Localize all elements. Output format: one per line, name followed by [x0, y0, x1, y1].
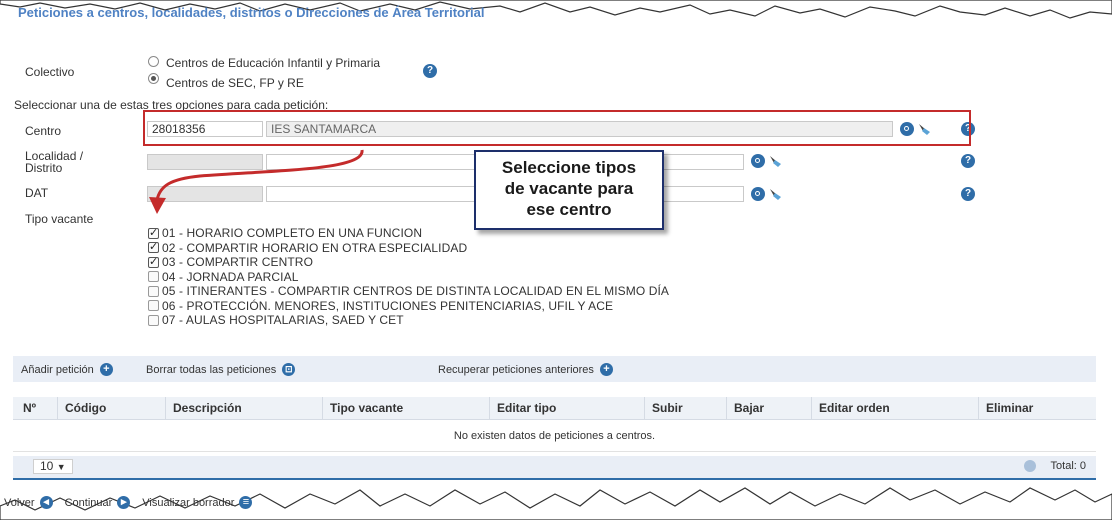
tipo-vacante-checkbox[interactable] [148, 300, 159, 311]
table-column-separator [644, 397, 645, 419]
table-header-col-codigo: Código [65, 401, 107, 415]
tipo-vacante-option[interactable]: 07 - AULAS HOSPITALARIAS, SAED Y CET [148, 313, 404, 327]
tipo-vacante-option-label: 06 - PROTECCIÓN. MENORES, INSTITUCIONES … [162, 298, 614, 313]
table-header-col-subir: Subir [652, 401, 683, 415]
colectivo-label: Colectivo [25, 65, 75, 79]
table-header-col-bajar: Bajar [734, 401, 765, 415]
recover-requests-button[interactable]: Recuperar peticiones anteriores + [438, 363, 613, 376]
radio-sec-fp-re-label: Centros de SEC, FP y RE [166, 76, 304, 90]
tipo-vacante-option[interactable]: 01 - HORARIO COMPLETO EN UNA FUNCION [148, 226, 422, 240]
callout-arrow [149, 149, 364, 214]
localidad-search-icon[interactable] [751, 154, 765, 168]
tipo-vacante-option[interactable]: 03 - COMPARTIR CENTRO [148, 255, 313, 269]
tipo-vacante-option-label: 03 - COMPARTIR CENTRO [162, 255, 314, 269]
dat-help-icon[interactable]: ? [961, 187, 975, 201]
radio-sec-fp-re[interactable] [148, 73, 159, 84]
trash-icon: ⊡ [282, 363, 296, 376]
localidad-help-icon[interactable]: ? [961, 154, 975, 168]
table-column-separator [489, 397, 490, 419]
tipo-vacante-checkbox[interactable] [148, 226, 159, 239]
tipo-vacante-option[interactable]: 04 - JORNADA PARCIAL [148, 270, 298, 284]
add-request-button[interactable]: Añadir petición + [21, 363, 113, 376]
tipo-vacante-option-label: 05 - ITINERANTES - COMPARTIR CENTROS DE … [162, 284, 670, 298]
download-icon[interactable] [1024, 460, 1036, 472]
centro-label: Centro [25, 124, 62, 138]
section-title: Peticiones a centros, localidades, distr… [18, 5, 485, 20]
dat-label: DAT [25, 186, 49, 200]
table-column-separator [811, 397, 812, 419]
view-draft-button[interactable]: Visualizar borrador ≡ [142, 496, 253, 509]
dat-search-icon[interactable] [751, 187, 765, 201]
table-header-col-num: Nº [23, 401, 37, 415]
arrow-left-icon: ◂ [39, 496, 53, 509]
radio-infantil-primaria-label: Centros de Educación Infantil y Primaria [166, 56, 381, 70]
table-header-col-editar-orden: Editar orden [819, 401, 890, 415]
tipo-vacante-label: Tipo vacante [25, 212, 94, 226]
tipo-vacante-checkbox[interactable] [148, 255, 159, 268]
table-column-separator [726, 397, 727, 419]
localidad-clear-brush-icon[interactable] [768, 154, 782, 168]
page-size-select[interactable]: 10 ▼ [33, 459, 73, 474]
callout-box: Seleccione tipos de vacante para ese cen… [474, 150, 664, 230]
table-column-separator [978, 397, 979, 419]
table-header-col-tipo-vacante: Tipo vacante [330, 401, 404, 415]
table-header-col-descripcion: Descripción [173, 401, 242, 415]
table-column-separator [322, 397, 323, 419]
plus-icon: + [599, 363, 613, 376]
footer-nav: Volver ◂ Continuar ▸ Visualizar borrador ≡ [4, 496, 264, 509]
tipo-vacante-option-label: 02 - COMPARTIR HORARIO EN OTRA ESPECIALI… [162, 240, 468, 255]
actions-bar: Añadir petición + Borrar todas las petici… [13, 356, 1096, 382]
callout-line-2: de vacante para [504, 179, 634, 198]
tipo-vacante-option-label: 04 - JORNADA PARCIAL [162, 269, 299, 284]
table-header-col-eliminar: Eliminar [986, 401, 1034, 415]
tipo-vacante-option-label: 07 - AULAS HOSPITALARIAS, SAED Y CET [162, 313, 404, 327]
tipo-vacante-checkbox[interactable] [148, 240, 159, 253]
table-column-separator [57, 397, 58, 419]
radio-infantil-primaria[interactable] [148, 56, 159, 67]
arrow-right-icon: ▸ [117, 496, 131, 509]
tipo-vacante-option[interactable]: 05 - ITINERANTES - COMPARTIR CENTROS DE … [148, 284, 669, 298]
document-icon: ≡ [239, 496, 253, 509]
table-header-col-editar-tipo: Editar tipo [497, 401, 557, 415]
colectivo-help-icon[interactable]: ? [423, 64, 437, 78]
tipo-vacante-checkbox[interactable] [148, 271, 159, 282]
tipo-vacante-option[interactable]: 02 - COMPARTIR HORARIO EN OTRA ESPECIALI… [148, 240, 468, 255]
requests-table-empty-message: No existen datos de peticiones a centros… [13, 421, 1096, 452]
tipo-vacante-checkbox[interactable] [148, 285, 159, 297]
tipo-vacante-checkbox[interactable] [148, 314, 159, 326]
dat-clear-brush-icon[interactable] [768, 187, 782, 201]
plus-icon: + [99, 363, 113, 376]
tipo-vacante-option[interactable]: 06 - PROTECCIÓN. MENORES, INSTITUCIONES … [148, 299, 613, 313]
total-count: Total: 0 [1050, 460, 1086, 472]
continue-button[interactable]: Continuar ▸ [65, 496, 131, 509]
tipo-vacante-option-label: 01 - HORARIO COMPLETO EN UNA FUNCION [162, 226, 423, 240]
localidad-label: Localidad / Distrito [25, 149, 84, 175]
requests-table-header: Nº Código Descripción Tipo vacante Editar ti… [13, 397, 1096, 420]
chevron-down-icon: ▼ [56, 462, 66, 472]
callout-line-1: Seleccione tipos [501, 158, 637, 177]
back-button[interactable]: Volver ◂ [4, 496, 53, 509]
callout-line-3: ese centro [526, 200, 612, 219]
delete-all-requests-button[interactable]: Borrar todas las peticiones ⊡ [146, 363, 296, 376]
table-column-separator [165, 397, 166, 419]
